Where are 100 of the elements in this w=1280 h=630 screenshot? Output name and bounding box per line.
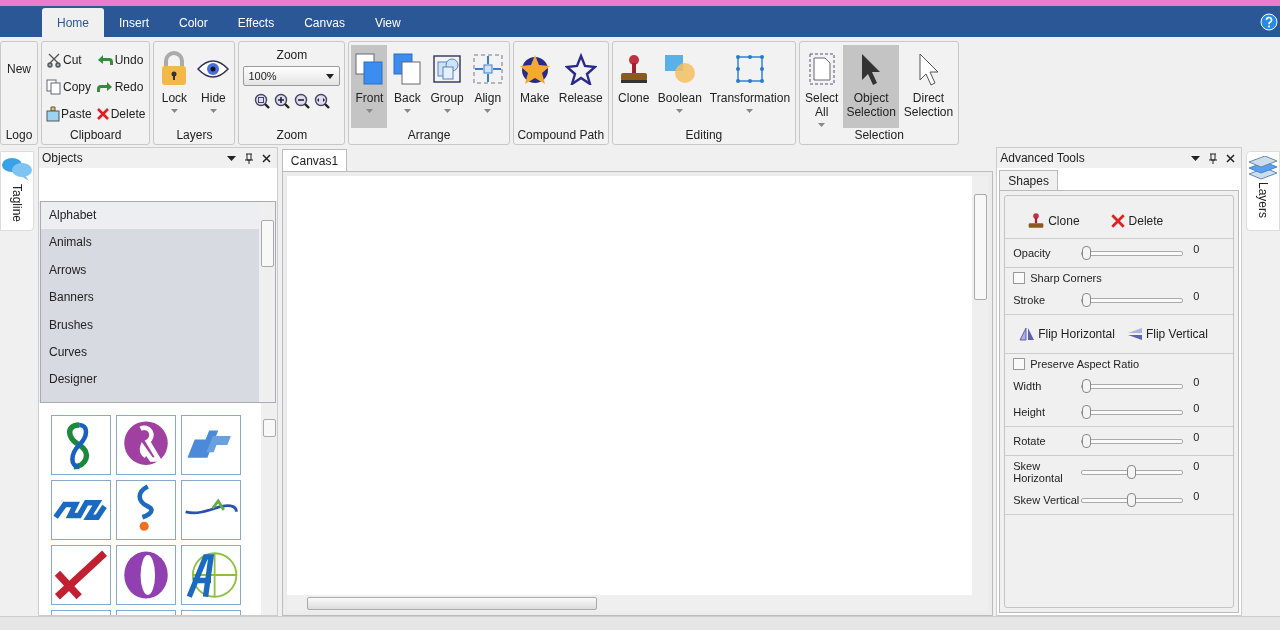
category-item[interactable]: Curves [41,338,259,367]
slider-label: Width [1013,380,1043,392]
group-label: Layers [175,128,214,144]
zoom-in-icon[interactable] [273,93,290,109]
group-label: Clipboard [69,128,123,144]
logo-thumbnail[interactable] [116,415,176,475]
tool-button[interactable]: Flip Horizontal [1019,327,1115,341]
vertical-scrollbar[interactable] [260,403,277,615]
category-item[interactable]: Brushes [41,311,259,339]
checkbox-label: Sharp Corners [1030,272,1102,284]
group-label: Selection [853,128,905,144]
slider-thumb[interactable] [1082,433,1092,448]
ribbon-button[interactable]: Lock [156,45,193,128]
ribbon-tab[interactable]: Home [42,8,104,37]
ribbon-button[interactable]: Select All [802,45,842,128]
clipboard-button[interactable]: Redo [95,77,146,97]
dropdown-arrow-icon[interactable] [1191,155,1200,161]
slider-label: Height [1013,406,1046,418]
slider-thumb[interactable] [1082,292,1092,307]
clipboard-button[interactable]: Paste [46,104,92,124]
zoom-out-icon[interactable] [293,93,310,109]
clipboard-button[interactable]: Copy [46,77,92,97]
tool-button[interactable]: Flip Vertical [1126,327,1208,341]
slider-value: 0 [1193,290,1200,302]
slider-value: 0 [1193,243,1200,255]
slider-label: Skew Horizontal [1013,460,1064,484]
paste-icon [46,106,60,122]
logo-thumbnail[interactable] [116,545,176,605]
ribbon-button[interactable]: Release [555,45,606,128]
document-tab[interactable]: Canvas1 [281,149,348,171]
slider-thumb[interactable] [1127,464,1137,479]
slider-thumb[interactable] [1082,404,1092,419]
logo-thumbnail[interactable] [181,480,241,540]
zoom-fit-icon[interactable] [253,93,270,109]
ribbon-button[interactable]: Transformation [706,45,794,128]
group-label: Compound Path [516,128,606,144]
clipboard-button[interactable]: Cut [46,50,92,70]
delete-icon [1109,213,1126,229]
ribbon-button[interactable]: Direct Selection [900,45,957,128]
ribbon-tab[interactable]: Canvas [289,8,360,37]
speech-bubbles-icon [1,156,33,182]
ribbon-button[interactable]: Clone [614,45,653,128]
ribbon-button[interactable]: Back [389,45,426,128]
ribbon-button[interactable]: Align [468,45,507,128]
help-icon[interactable] [1260,12,1278,31]
new-button[interactable]: New [1,42,37,76]
ribbon-button[interactable]: Object Selection [843,45,899,128]
flip-vertical-icon [1126,327,1143,341]
bring-front-icon [354,52,385,86]
group-label: Arrange [406,128,452,144]
clipboard-button[interactable]: Undo [95,50,146,70]
flip-horizontal-icon [1019,327,1036,341]
pin-icon[interactable] [1209,152,1217,164]
logo-thumbnail[interactable] [51,415,111,475]
group-label: Zoom [275,128,309,144]
clipboard-button[interactable]: Delete [95,104,146,124]
scissors-icon [46,52,62,68]
zoom-dropdown[interactable]: 100% [243,66,341,86]
logo-thumbnail[interactable] [51,480,111,540]
checkbox[interactable] [1013,272,1026,284]
slider-thumb[interactable] [1082,378,1092,393]
logo-thumbnail[interactable] [51,545,111,605]
logo-thumbnail[interactable] [181,415,241,475]
close-icon[interactable] [1226,153,1235,163]
ribbon-tab[interactable]: Insert [104,8,165,37]
delete-icon [95,107,110,121]
ribbon-button[interactable]: Boolean [654,45,705,128]
slider-label: Opacity [1013,247,1052,259]
group-icon [431,53,464,85]
ribbon-tab[interactable]: Effects [222,8,290,37]
slider-thumb[interactable] [1127,492,1137,507]
vertical-scrollbar[interactable] [258,202,275,402]
dropdown-arrow-icon[interactable] [226,155,236,161]
ribbon-button[interactable]: Group [427,45,467,128]
logo-thumbnail[interactable] [181,545,241,605]
category-item[interactable]: Arrows [41,256,259,285]
category-item[interactable]: Alphabet [41,202,259,230]
side-tab[interactable]: Layers [1246,151,1280,231]
ribbon-button[interactable]: Hide [194,45,233,128]
category-item[interactable]: Designer [41,366,259,394]
checkbox-label: Preserve Aspect Ratio [1030,358,1140,370]
logo-thumbnail[interactable] [116,480,176,540]
dropdown-arrow-icon [326,73,335,79]
category-item[interactable]: Banners [41,284,259,312]
close-icon[interactable] [261,153,271,163]
ribbon-button[interactable]: Front [351,45,388,128]
zoom-actual-icon[interactable] [313,93,330,109]
tool-button[interactable]: Delete [1109,212,1164,230]
ribbon-tab[interactable]: Color [164,8,223,37]
panel-tab[interactable]: Shapes [999,170,1058,190]
side-tab[interactable]: Tagline [0,151,34,231]
checkbox[interactable] [1013,358,1026,370]
ribbon-tab[interactable]: View [359,8,416,37]
ribbon-button[interactable]: Make [515,45,554,128]
slider-thumb[interactable] [1082,245,1092,260]
category-item[interactable]: Animals [41,229,259,257]
tool-button[interactable]: Clone [1027,212,1080,230]
slider-value: 0 [1193,460,1200,472]
slider-value: 0 [1193,402,1200,414]
pin-icon[interactable] [244,152,253,164]
